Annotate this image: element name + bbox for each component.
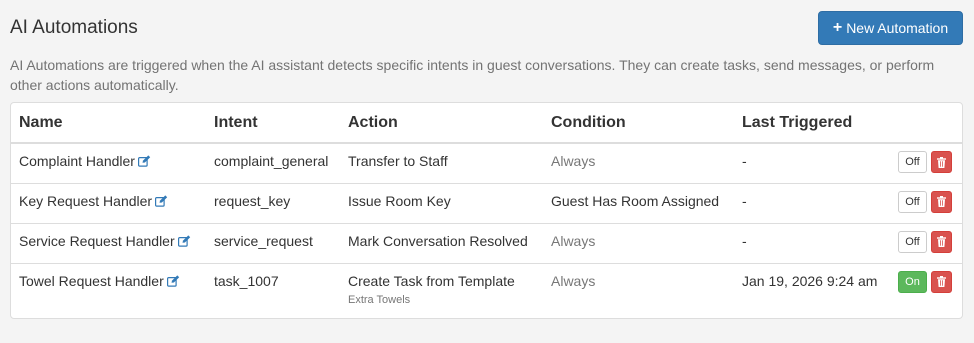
automation-name: Complaint Handler — [19, 153, 135, 169]
edit-icon[interactable] — [177, 234, 191, 250]
last-triggered-cell: - — [742, 153, 747, 169]
delete-button[interactable] — [931, 230, 952, 253]
condition-cell: Guest Has Room Assigned — [543, 182, 734, 223]
automation-name-cell: Towel Request Handler — [11, 262, 206, 317]
automations-table: Name Intent Action Condition Last Trigge… — [11, 103, 962, 317]
condition-cell: Always — [543, 222, 734, 263]
action-cell: Mark Conversation Resolved — [340, 222, 543, 263]
delete-button[interactable] — [931, 151, 952, 173]
action-cell: Issue Room Key — [340, 182, 543, 223]
ai-automations-page: AI Automations + New Automation AI Autom… — [0, 0, 974, 343]
controls-cell: Off — [890, 182, 962, 223]
condition-cell: Always — [543, 262, 734, 317]
column-header-condition: Condition — [543, 103, 734, 144]
last-triggered-cell: - — [734, 182, 890, 223]
intent-cell: task_1007 — [206, 262, 340, 317]
table-row: Service Request Handler service_request … — [11, 222, 962, 263]
edit-icon[interactable] — [137, 154, 151, 170]
column-header-controls — [890, 103, 962, 144]
toggle-button[interactable]: Off — [898, 151, 927, 173]
column-header-name: Name — [11, 103, 206, 144]
automation-name: Towel Request Handler — [19, 272, 164, 289]
automation-name: Service Request Handler — [19, 232, 175, 249]
action-cell: Transfer to Staff — [340, 143, 543, 183]
trash-icon — [937, 156, 946, 168]
table-header-row: Name Intent Action Condition Last Trigge… — [11, 103, 962, 144]
column-header-intent: Intent — [206, 103, 340, 144]
delete-button[interactable] — [931, 270, 952, 293]
action-cell: Create Task from Template Extra Towels — [340, 262, 543, 317]
automation-name: Key Request Handler — [19, 192, 153, 209]
condition-cell: Always — [551, 153, 596, 169]
action-template-name: Extra Towels — [348, 293, 411, 306]
automation-name-cell: Complaint Handler — [11, 143, 206, 183]
new-automation-label: New Automation — [846, 20, 949, 36]
automation-name-cell: Service Request Handler — [11, 222, 206, 263]
trash-icon — [937, 236, 946, 247]
automation-name-cell: Key Request Handler — [11, 182, 206, 223]
column-header-action: Action — [340, 103, 543, 144]
toggle-button[interactable]: Off — [898, 230, 927, 253]
trash-icon — [937, 276, 946, 287]
table-row: Towel Request Handler task_1007 Create T… — [11, 262, 962, 317]
new-automation-button[interactable]: + New Automation — [818, 11, 963, 45]
table-row: Key Request Handler request_key Issue Ro… — [11, 182, 962, 223]
action-label: Transfer to Staff — [348, 153, 448, 169]
action-label: Mark Conversation Resolved — [348, 232, 528, 249]
last-triggered-cell: Jan 19, 2026 9:24 am — [734, 262, 890, 317]
action-label: Create Task from Template — [348, 272, 515, 289]
page-title: AI Automations — [10, 17, 138, 38]
table-row: Complaint Handler complaint_general Tran… — [11, 143, 962, 183]
controls-cell: Off — [890, 222, 962, 263]
edit-icon[interactable] — [166, 274, 180, 290]
controls-cell: On — [890, 262, 962, 317]
trash-icon — [937, 196, 946, 207]
last-triggered-cell: - — [734, 222, 890, 263]
toggle-button[interactable]: Off — [898, 190, 927, 213]
intent-cell: complaint_general — [214, 153, 329, 169]
automations-panel: Name Intent Action Condition Last Trigge… — [10, 102, 963, 319]
action-label: Issue Room Key — [348, 192, 451, 209]
controls-cell: Off — [890, 143, 962, 183]
toggle-button[interactable]: On — [898, 270, 927, 293]
plus-icon: + — [832, 18, 843, 36]
edit-icon[interactable] — [155, 194, 168, 210]
intent-cell: request_key — [206, 182, 340, 223]
page-description: AI Automations are triggered when the AI… — [10, 57, 935, 93]
delete-button[interactable] — [931, 190, 952, 213]
intent-cell: service_request — [206, 222, 340, 263]
column-header-last-triggered: Last Triggered — [734, 103, 890, 144]
